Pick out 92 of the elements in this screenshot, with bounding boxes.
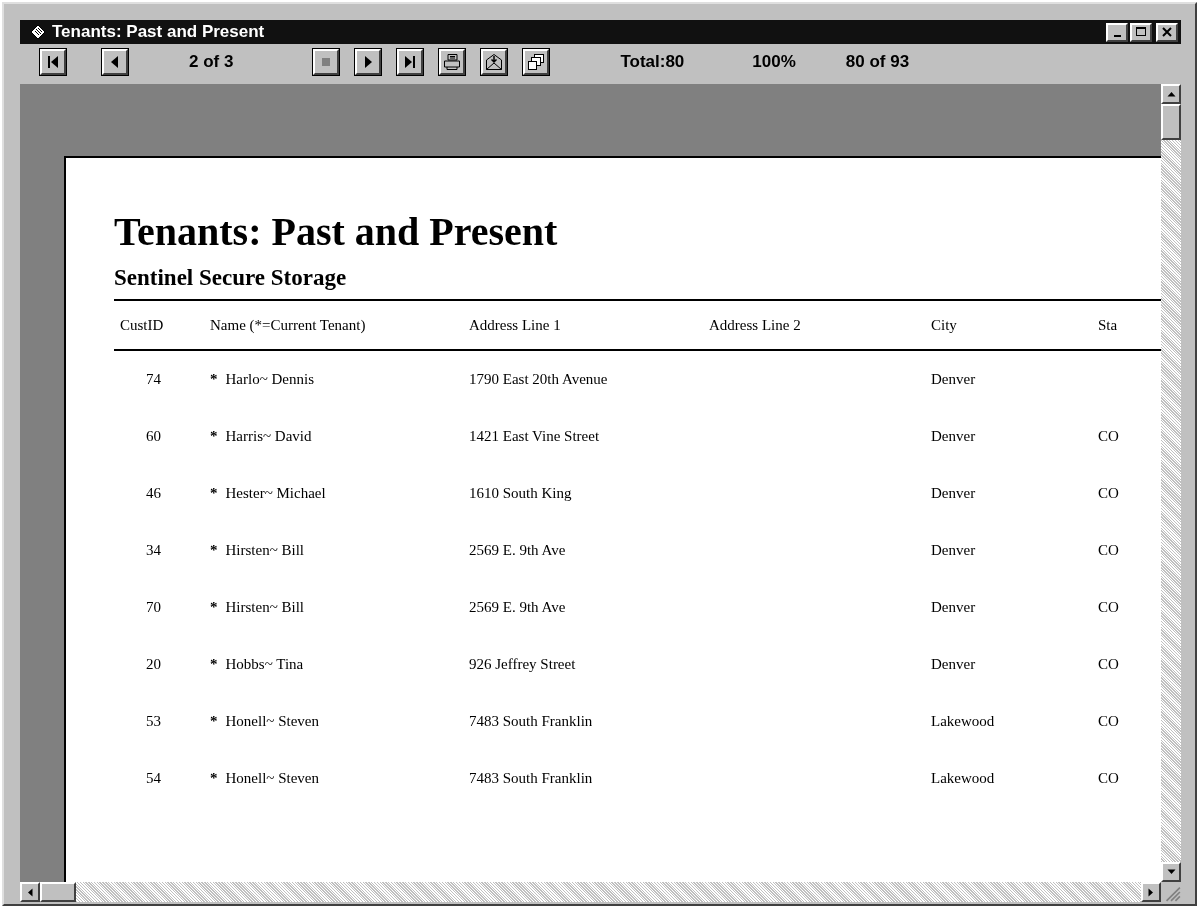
table-cell-text: CO [1098,599,1120,616]
table-cell: Hobbs~ Tina [225,656,304,673]
next-page-button[interactable] [355,49,382,75]
table-cell-text: 53 [145,713,162,730]
current-tenant-marker: * [210,485,218,502]
table-cell-text: 7483 South Franklin [469,713,594,730]
diamond-icon [30,24,46,40]
column-header: Name (*=Current Tenant) [209,316,367,334]
table-cell-text: 70 [145,599,162,616]
column-header: Address Line 1 [469,316,562,334]
table-cell: Harris~ David [225,428,312,445]
total-count: Total:80 [620,52,685,72]
scroll-up-button[interactable] [1161,84,1181,104]
table-cell-text: CO [1098,485,1120,502]
table-cell-text: Denver [931,371,977,388]
table-cell-text: 34 [145,542,162,559]
first-page-icon [46,55,60,69]
table-cell-text: 1421 East Vine Street [469,428,601,445]
record-count: 80 of 93 [845,52,910,72]
table-cell-text: 2569 E. 9th Ave [469,542,567,559]
current-tenant-marker: * [210,428,218,445]
stop-button[interactable] [313,49,340,75]
table-cell: Honell~ Steven [225,770,319,787]
table-cell-text: 60 [145,428,162,445]
close-button[interactable] [1156,22,1178,42]
printer-icon [443,53,462,71]
table-cell-text: Lakewood [931,770,996,787]
table-cell-text: Lakewood [931,713,996,730]
left-arrow-icon [27,887,33,897]
mail-button[interactable] [481,49,508,75]
scroll-down-button[interactable] [1161,862,1181,882]
previous-page-button[interactable] [102,49,128,75]
windows-button[interactable] [523,49,550,75]
table-cell: Harlo~ Dennis [225,371,314,388]
zoom-level: 100% [752,52,796,72]
stacked-windows-icon [527,53,546,71]
first-page-button[interactable] [40,49,66,75]
column-header: Sta [1098,316,1119,334]
right-arrow-icon [1148,887,1154,897]
table-cell-text: 74 [145,371,162,388]
table-cell-text: CO [1098,656,1120,673]
current-tenant-marker: * [210,542,218,559]
column-header: Address Line 2 [709,316,802,334]
table-cell-text: CO [1098,770,1120,787]
last-page-button[interactable] [397,49,424,75]
report-subtitle: Sentinel Secure Storage [114,265,348,291]
page-indicator: 2 of 3 [189,52,234,72]
current-tenant-marker: * [210,656,218,673]
table-cell-text: CO [1098,542,1120,559]
table-cell-text: Denver [931,428,977,445]
window-title: Tenants: Past and Present [52,22,265,42]
last-page-icon [403,55,418,69]
table-cell-text: Denver [931,599,977,616]
maximize-button[interactable] [1130,22,1152,42]
maximize-icon [1136,27,1146,37]
envelope-icon [485,53,504,71]
table-cell-text: 20 [145,656,162,673]
column-header: CustID [119,316,165,334]
minimize-button[interactable] [1106,22,1128,42]
scroll-left-button[interactable] [20,882,40,902]
close-icon [1162,27,1172,37]
current-tenant-marker: * [210,713,218,730]
table-cell-text: 54 [145,770,162,787]
table-cell-text: Denver [931,542,977,559]
table-cell: Hirsten~ Bill [225,599,305,616]
table-cell-text: Denver [931,485,977,502]
report-title: Tenants: Past and Present [114,208,559,255]
vertical-scrollbar[interactable] [1161,84,1181,882]
print-button[interactable] [439,49,466,75]
table-cell-text: 7483 South Franklin [469,770,594,787]
up-arrow-icon [1166,91,1176,97]
table-cell-text: 2569 E. 9th Ave [469,599,567,616]
horizontal-scrollbar[interactable] [20,882,1161,902]
down-arrow-icon [1166,869,1176,875]
table-cell-text: 926 Jeffrey Street [469,656,577,673]
table-cell-text: 46 [145,485,162,502]
table-cell-text: 1790 East 20th Avenue [469,371,609,388]
table-cell-text: CO [1098,428,1120,445]
table-cell: Honell~ Steven [225,713,319,730]
column-header: City [931,316,958,334]
current-tenant-marker: * [210,371,218,388]
table-cell: Hirsten~ Bill [225,542,305,559]
scroll-right-button[interactable] [1141,882,1161,902]
table-cell: Hester~ Michael [225,485,326,502]
current-tenant-marker: * [210,770,218,787]
table-cell-text: CO [1098,713,1120,730]
table-cell-text: Denver [931,656,977,673]
minimize-icon [1113,34,1121,37]
scroll-thumb[interactable] [40,882,76,902]
table-cell-text: 1610 South King [469,485,573,502]
current-tenant-marker: * [210,599,218,616]
scroll-thumb[interactable] [1161,104,1181,140]
